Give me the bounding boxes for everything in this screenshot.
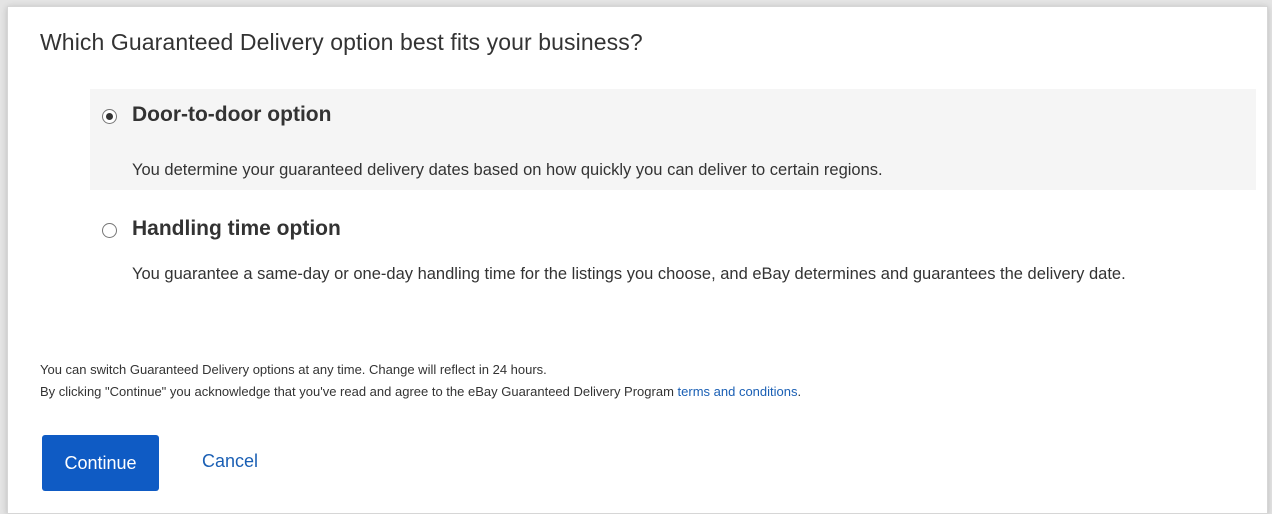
terms-notes: You can switch Guaranteed Delivery optio… [40,359,801,403]
handling-time-radio[interactable] [102,223,117,238]
door-to-door-description: You determine your guaranteed delivery d… [132,161,883,179]
guaranteed-delivery-panel: Which Guaranteed Delivery option best fi… [7,6,1268,514]
switch-note: You can switch Guaranteed Delivery optio… [40,362,547,377]
cancel-button[interactable]: Cancel [202,451,258,472]
acknowledge-text: By clicking "Continue" you acknowledge t… [40,384,678,399]
continue-button[interactable]: Continue [42,435,159,491]
terms-link[interactable]: terms and conditions [678,384,798,399]
door-to-door-title[interactable]: Door-to-door option [132,103,331,127]
handling-time-title[interactable]: Handling time option [132,217,341,241]
acknowledge-period: . [797,384,802,399]
handling-time-option[interactable]: Handling time option You guarantee a sam… [90,203,1256,323]
page-title: Which Guaranteed Delivery option best fi… [40,29,643,55]
handling-time-description: You guarantee a same-day or one-day hand… [132,265,1126,283]
acknowledge-note: By clicking "Continue" you acknowledge t… [40,381,801,403]
door-to-door-option[interactable]: Door-to-door option You determine your g… [90,89,1256,190]
door-to-door-radio[interactable] [102,109,117,124]
